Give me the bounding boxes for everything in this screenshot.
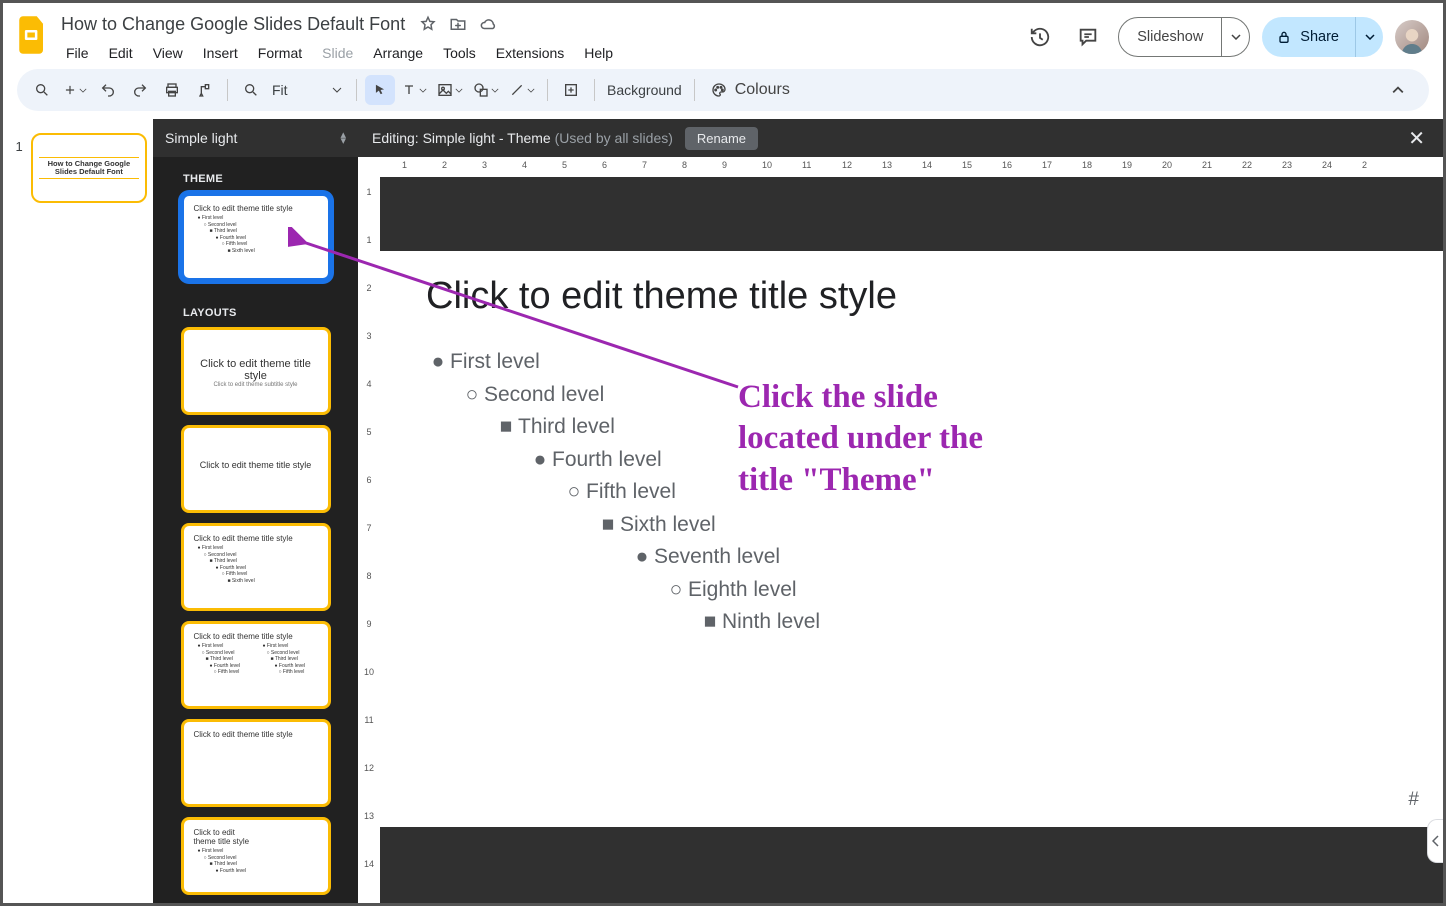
lock-icon (1276, 29, 1292, 45)
slide-number: 1 (9, 133, 23, 889)
theme-body-placeholder[interactable]: ●First level ○Second level ■Third level … (426, 346, 1397, 639)
zoom-button[interactable] (236, 75, 266, 105)
undo-button[interactable] (93, 75, 123, 105)
app-header: How to Change Google Slides Default Font… (3, 3, 1443, 63)
menu-extensions[interactable]: Extensions (487, 41, 573, 65)
thumb-title: Click to edit theme title style (194, 460, 318, 470)
layouts-section-label: LAYOUTS (153, 291, 358, 327)
editor-header-text: Editing: Simple light - Theme (Used by a… (372, 130, 673, 146)
menu-format[interactable]: Format (249, 41, 311, 65)
paint-format-button[interactable] (189, 75, 219, 105)
thumb-title: Click to edit theme title style (194, 204, 318, 213)
menu-view[interactable]: View (144, 41, 192, 65)
theme-master-thumb[interactable]: Click to edit theme title style ● First … (181, 193, 331, 281)
toolbar-collapse-button[interactable] (1383, 75, 1413, 105)
comments-icon[interactable] (1070, 19, 1106, 55)
layout-thumb-2[interactable]: Click to edit theme title style (181, 425, 331, 513)
share-label: Share (1300, 29, 1339, 45)
slide-canvas[interactable]: Click to edit theme title style ●First l… (380, 251, 1443, 827)
account-avatar[interactable] (1395, 20, 1429, 54)
editor-header: Editing: Simple light - Theme (Used by a… (358, 119, 1443, 157)
menu-bar: File Edit View Insert Format Slide Arran… (57, 41, 622, 65)
close-editor-button[interactable]: ✕ (1404, 126, 1429, 151)
thumb-title: Click to edit theme title style (194, 534, 318, 543)
thumb-levels: ● First level ○ Second level ■ Third lev… (194, 545, 318, 584)
zoom-dropdown-icon[interactable] (332, 87, 342, 93)
thumb-sub: Click to edit theme subtitle style (194, 382, 318, 388)
layout-thumb-6[interactable]: Click to edit theme title style ● First … (181, 817, 331, 895)
cloud-status-icon[interactable] (479, 15, 497, 33)
menu-insert[interactable]: Insert (194, 41, 247, 65)
menu-arrange[interactable]: Arrange (364, 41, 432, 65)
layout-thumb-4[interactable]: Click to edit theme title style ● First … (181, 621, 331, 709)
menu-help[interactable]: Help (575, 41, 622, 65)
explore-tab[interactable] (1427, 819, 1443, 863)
print-button[interactable] (157, 75, 187, 105)
textbox-button[interactable] (397, 75, 431, 105)
theme-section-label: THEME (153, 157, 358, 193)
horizontal-ruler[interactable]: 1234567891011121314151617181920212223242 (380, 157, 1443, 177)
colours-label: Colours (735, 81, 790, 99)
shape-button[interactable] (469, 75, 503, 105)
thumb-title: Click to edit theme title style (194, 632, 318, 641)
menu-file[interactable]: File (57, 41, 98, 65)
search-menus-button[interactable] (27, 75, 57, 105)
slideshow-group: Slideshow (1118, 17, 1250, 57)
line-button[interactable] (505, 75, 539, 105)
slideshow-button[interactable]: Slideshow (1119, 18, 1221, 56)
menu-slide: Slide (313, 41, 362, 65)
toolbar: Fit Background Colours (17, 69, 1429, 111)
version-history-icon[interactable] (1022, 19, 1058, 55)
thumb-title: Click to edit theme title style (194, 828, 256, 846)
share-group: Share (1262, 17, 1383, 57)
theme-picker-chevrons-icon: ▴▾ (340, 132, 346, 144)
insert-image-button[interactable] (433, 75, 467, 105)
move-icon[interactable] (449, 15, 467, 33)
share-dropdown[interactable] (1355, 17, 1383, 57)
filmstrip-slide-title: How to Change Google Slides Default Font (39, 157, 139, 180)
layout-thumb-1[interactable]: Click to edit theme title style Click to… (181, 327, 331, 415)
thumb-levels: ● First level ○ Second level ■ Third lev… (194, 848, 318, 874)
thumb-levels: ● First level ○ Second level ■ Third lev… (259, 643, 318, 676)
rename-button[interactable]: Rename (685, 127, 758, 150)
document-title[interactable]: How to Change Google Slides Default Font (57, 14, 409, 35)
theme-picker[interactable]: Simple light ▴▾ (153, 119, 358, 157)
filmstrip: 1 How to Change Google Slides Default Fo… (3, 119, 153, 903)
slideshow-dropdown[interactable] (1221, 18, 1249, 56)
thumb-levels: ● First level ○ Second level ■ Third lev… (194, 215, 318, 254)
canvas-area: 1234567891011121314151617181920212223242… (358, 157, 1443, 903)
thumb-title: Click to edit theme title style (194, 730, 318, 739)
background-button[interactable]: Background (603, 82, 686, 98)
theme-title-placeholder[interactable]: Click to edit theme title style (426, 275, 1397, 318)
thumb-title: Click to edit theme title style (194, 358, 318, 382)
layout-thumb-3[interactable]: Click to edit theme title style ● First … (181, 523, 331, 611)
star-icon[interactable] (419, 15, 437, 33)
redo-button[interactable] (125, 75, 155, 105)
colours-button[interactable]: Colours (703, 75, 798, 105)
zoom-value[interactable]: Fit (272, 82, 326, 98)
layout-thumb-5[interactable]: Click to edit theme title style (181, 719, 331, 807)
insert-placeholder-button[interactable] (556, 75, 586, 105)
vertical-ruler[interactable]: 11234567891011121314 (358, 157, 380, 903)
thumb-levels: ● First level ○ Second level ■ Third lev… (194, 643, 253, 676)
menu-tools[interactable]: Tools (434, 41, 485, 65)
editor: Editing: Simple light - Theme (Used by a… (358, 119, 1443, 903)
share-button[interactable]: Share (1262, 29, 1355, 45)
slides-logo[interactable] (13, 15, 53, 55)
menu-edit[interactable]: Edit (100, 41, 142, 65)
select-tool-button[interactable] (365, 75, 395, 105)
theme-picker-label: Simple light (165, 130, 237, 146)
new-slide-button[interactable] (59, 75, 91, 105)
filmstrip-slide-1[interactable]: How to Change Google Slides Default Font (31, 133, 147, 203)
theme-panel: Simple light ▴▾ THEME Click to edit them… (153, 119, 358, 903)
slide-number-placeholder[interactable]: # (1408, 789, 1419, 811)
